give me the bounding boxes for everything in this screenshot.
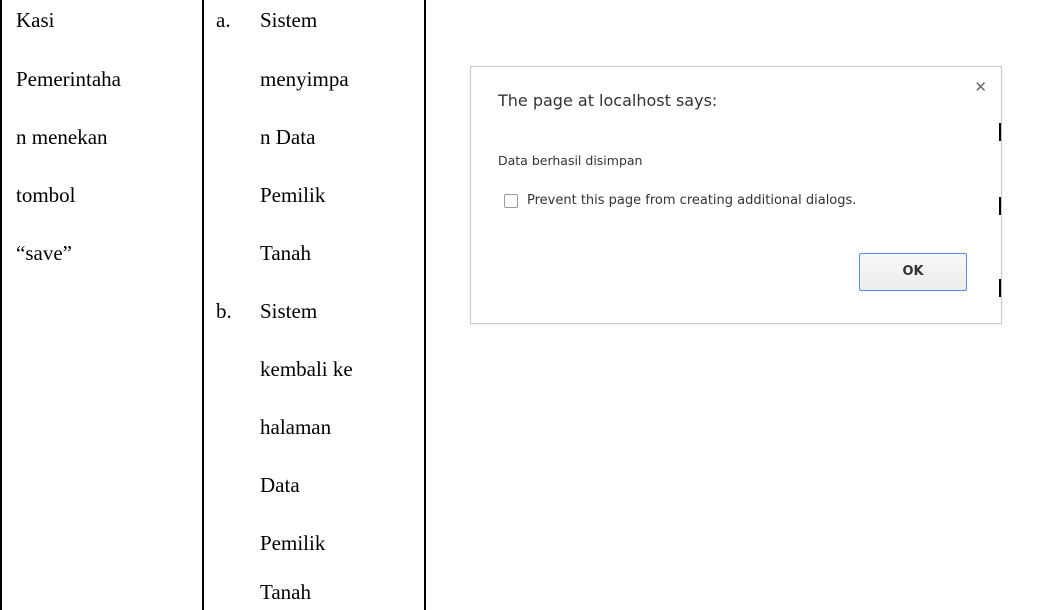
response-b-line-6: Tanah bbox=[260, 580, 312, 604]
list-marker-b: b. bbox=[216, 299, 232, 323]
prevent-dialogs-option[interactable]: Prevent this page from creating addition… bbox=[504, 193, 856, 208]
response-a-line-3: n Data bbox=[260, 125, 316, 149]
alert-dialog: The page at localhost says: ✕ Data berha… bbox=[470, 66, 1002, 324]
ok-button[interactable]: OK bbox=[859, 253, 967, 291]
action-line-5: “save” bbox=[16, 241, 72, 265]
response-a-line-2: menyimpa bbox=[260, 67, 349, 91]
action-line-4: tombol bbox=[16, 183, 76, 207]
response-b-line-5: Pemilik bbox=[260, 531, 326, 555]
list-marker-a: a. bbox=[216, 8, 231, 32]
dialog-title: The page at localhost says: bbox=[498, 91, 718, 110]
response-a-line-1: Sistem bbox=[260, 8, 318, 32]
response-b-line-4: Data bbox=[260, 473, 300, 497]
close-icon[interactable]: ✕ bbox=[974, 79, 987, 95]
response-b-line-3: halaman bbox=[260, 415, 332, 439]
response-a-line-5: Tanah bbox=[260, 241, 312, 265]
table-cell-response: a. Sistem menyimpa n Data Pemilik Tanah … bbox=[204, 0, 426, 610]
dialog-edge-mark bbox=[999, 123, 1001, 141]
response-a-line-4: Pemilik bbox=[260, 183, 326, 207]
prevent-dialogs-label[interactable]: Prevent this page from creating addition… bbox=[527, 193, 856, 208]
dialog-edge-mark bbox=[999, 279, 1001, 297]
action-line-2: Pemerintaha bbox=[16, 67, 121, 91]
action-line-1: Kasi bbox=[16, 8, 55, 32]
action-line-3: n menekan bbox=[16, 125, 108, 149]
dialog-edge-mark bbox=[999, 197, 1001, 215]
table-cell-action: Kasi Pemerintaha n menekan tombol “save” bbox=[0, 0, 204, 610]
dialog-message: Data berhasil disimpan bbox=[498, 153, 643, 168]
response-b-line-2: kembali ke bbox=[260, 357, 353, 381]
prevent-dialogs-checkbox[interactable] bbox=[504, 193, 518, 208]
response-b-line-1: Sistem bbox=[260, 299, 318, 323]
